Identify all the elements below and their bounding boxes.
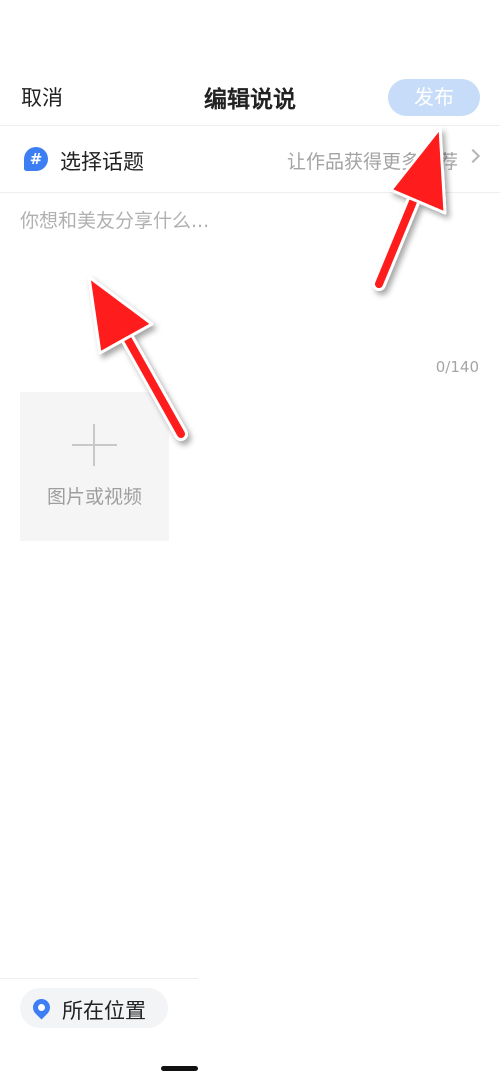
chevron-right-icon (465, 148, 481, 164)
select-topic-row[interactable]: # 选择话题 让作品获得更多推荐 (0, 126, 500, 192)
hash-icon: # (24, 147, 48, 171)
post-content-input[interactable] (20, 206, 480, 346)
publish-button[interactable]: 发布 (388, 79, 480, 116)
location-label: 所在位置 (62, 999, 146, 1023)
add-media-label: 图片或视频 (46, 486, 142, 508)
home-indicator (161, 1066, 198, 1071)
location-pin-icon (29, 995, 54, 1020)
top-navigation-bar: 取消 编辑说说 发布 (0, 0, 500, 126)
topic-label: 选择话题 (60, 150, 144, 174)
cancel-button[interactable]: 取消 (21, 82, 63, 112)
location-button[interactable]: 所在位置 (20, 988, 168, 1028)
plus-icon-vertical (93, 424, 95, 466)
topic-divider (0, 192, 500, 193)
bottom-divider (0, 978, 198, 979)
topic-hint: 让作品获得更多推荐 (286, 151, 458, 173)
add-media-button[interactable]: 图片或视频 (20, 392, 169, 541)
character-counter: 0/140 (435, 358, 479, 376)
